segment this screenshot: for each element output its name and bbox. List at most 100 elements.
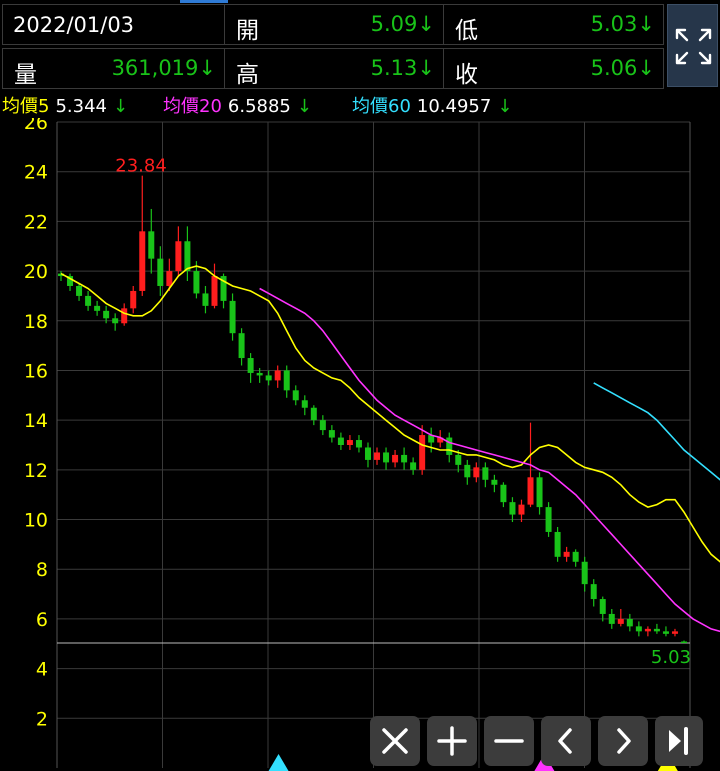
ma20-legend: 均價20 6.5885 ↓: [163, 92, 312, 118]
candle-body: [509, 502, 516, 515]
candle-body: [464, 464, 471, 478]
candle-body: [184, 241, 191, 272]
y-tick-label: 16: [24, 360, 48, 382]
top-indicator: [180, 0, 228, 3]
low-cell: 低 5.03↓: [443, 4, 664, 45]
ma20-line: [259, 287, 720, 633]
y-tick-label: 20: [24, 261, 48, 283]
jump-latest-button[interactable]: [655, 716, 703, 766]
max-price-label: 23.84: [115, 156, 167, 177]
candle-body: [229, 300, 236, 334]
candle-body: [572, 551, 579, 562]
y-tick-label: 2: [36, 708, 48, 730]
ma60-label: 均價60: [352, 96, 411, 117]
ma5-value: 5.344: [55, 96, 107, 117]
close-button[interactable]: [370, 716, 420, 766]
candle-body: [364, 447, 371, 460]
candle-body: [76, 285, 83, 296]
candle-body: [355, 440, 362, 448]
price-info-panel: 2022/01/03 開 5.09↓ 低 5.03↓ 量 361,019↓ 高 …: [2, 4, 664, 90]
ma20-value: 6.5885: [227, 96, 291, 117]
ma60-legend: 均價60 10.4957 ↓: [352, 92, 512, 118]
y-tick-label: 10: [24, 510, 48, 532]
candle-body: [85, 295, 92, 306]
ma5-label: 均價5: [2, 96, 50, 117]
y-tick-label: 24: [24, 162, 48, 184]
y-tick-label: 6: [36, 609, 48, 631]
close-value: 5.06↓: [590, 56, 655, 80]
candle-body: [491, 479, 498, 485]
date-cell: 2022/01/03: [2, 4, 225, 45]
ma5-arrow: ↓: [112, 96, 129, 117]
candle-body: [337, 437, 344, 445]
low-value: 5.03↓: [590, 12, 655, 36]
candle-body: [157, 258, 164, 286]
candle-body: [527, 477, 534, 505]
candle-body: [536, 477, 543, 508]
candle-body: [608, 613, 615, 624]
candle-body: [346, 440, 353, 445]
candle-body: [148, 231, 155, 259]
next-button[interactable]: [598, 716, 648, 766]
minus-icon: [494, 739, 524, 743]
volume-cell: 量 361,019↓: [2, 48, 225, 89]
date-value: 2022/01/03: [13, 13, 135, 37]
candle-body: [238, 333, 245, 359]
candle-body: [139, 231, 146, 291]
ma20-arrow: ↓: [296, 96, 312, 117]
candle-body: [256, 372, 263, 376]
candle-body: [94, 305, 101, 311]
zoom-in-button[interactable]: [427, 716, 477, 766]
min-price-label: 5.03: [651, 647, 691, 668]
candle-body: [265, 375, 272, 381]
candle-body: [274, 370, 281, 381]
candle-body: [446, 437, 453, 455]
low-label: 低: [455, 18, 478, 44]
cyan-triangle-icon: [268, 754, 289, 771]
candle-body: [383, 452, 390, 463]
candle-body: [455, 454, 462, 465]
y-tick-label: 12: [24, 460, 48, 482]
candle-body: [554, 531, 561, 557]
candle-body: [121, 308, 128, 324]
candle-body: [518, 504, 525, 515]
y-tick-label: 14: [24, 410, 48, 432]
chevron-right-icon: [617, 728, 631, 754]
fullscreen-button[interactable]: [667, 4, 718, 87]
volume-value: 361,019↓: [111, 56, 216, 80]
candle-body: [112, 318, 119, 324]
candlestick-chart[interactable]: 246810121416182022242623.845.03: [0, 118, 720, 771]
candle-body: [301, 400, 308, 408]
chevron-left-icon: [558, 728, 572, 754]
previous-button[interactable]: [541, 716, 591, 766]
candle-body: [193, 271, 200, 294]
ma5-line: [60, 265, 720, 563]
candle-body: [103, 310, 110, 319]
volume-label: 量: [14, 62, 37, 88]
candle-body: [545, 507, 552, 532]
candle-body: [374, 452, 381, 460]
candle-body: [392, 454, 399, 463]
candle-body: [401, 454, 408, 463]
close-cell: 收 5.06↓: [443, 48, 664, 89]
candle-body: [419, 435, 426, 470]
candle-body: [130, 290, 137, 309]
high-value: 5.13↓: [370, 56, 435, 80]
y-tick-label: 22: [24, 211, 48, 233]
candle-body: [202, 293, 209, 306]
candle-body: [500, 484, 507, 503]
expand-icon: [675, 28, 712, 65]
candle-body: [166, 271, 173, 286]
open-value: 5.09↓: [370, 12, 435, 36]
candle-body: [247, 358, 254, 373]
ma60-line: [593, 382, 720, 481]
open-cell: 開 5.09↓: [224, 4, 444, 45]
y-tick-label: 4: [36, 659, 48, 681]
zoom-out-button[interactable]: [484, 716, 534, 766]
candle-body: [310, 407, 317, 421]
candle-body: [626, 618, 633, 627]
candle-body: [410, 462, 417, 470]
skip-end-icon: [669, 727, 688, 755]
open-label: 開: [236, 18, 259, 44]
candle-body: [590, 584, 597, 600]
